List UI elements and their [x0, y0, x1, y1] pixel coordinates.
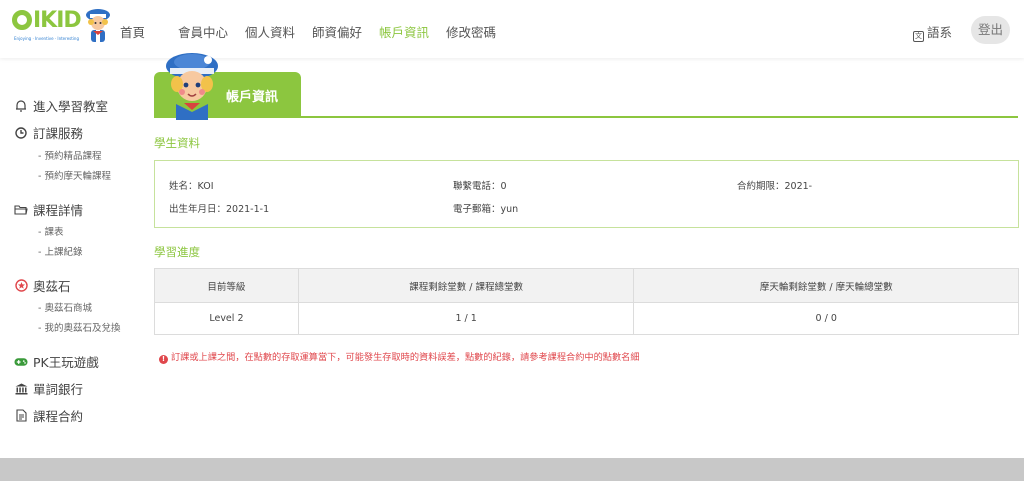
column-header-level: 目前等級: [154, 268, 299, 303]
sidebar-item-label: 課程合約: [33, 409, 84, 424]
student-name: 姓名：KOI: [169, 181, 214, 192]
student-info-heading: 學生資料: [154, 136, 200, 150]
cell-ferris-sessions: 0 / 0: [633, 302, 1019, 335]
progress-table: 目前等級 課程剩餘堂數 / 課程總堂數 摩天輪剩餘堂數 / 摩天輪總堂數 Lev…: [154, 268, 1019, 335]
student-phone: 聯繫電話：0: [453, 181, 507, 192]
bank-icon: [14, 382, 28, 396]
sidebar-item-label: PK王玩遊戲: [33, 355, 99, 370]
sidebar-item-label: 單詞銀行: [33, 382, 84, 397]
sidebar-item-word-bank[interactable]: 單詞銀行: [14, 379, 83, 398]
document-icon: [14, 409, 28, 423]
sidebar-item-classroom[interactable]: 進入學習教室: [14, 96, 108, 115]
learning-progress-heading: 學習進度: [154, 245, 200, 259]
contract-period: 合約期限：2021-: [737, 181, 813, 192]
sidebar-item-label: 奧茲石: [33, 279, 71, 294]
logo-wordmark: IKID: [12, 8, 82, 33]
table-header-row: 目前等級 課程剩餘堂數 / 課程總堂數 摩天輪剩餘堂數 / 摩天輪總堂數: [154, 268, 1019, 303]
sidebar-item-label: 訂課服務: [33, 126, 84, 141]
student-email: 電子郵箱：yun: [453, 204, 519, 215]
table-row: Level 2 1 / 1 0 / 0: [154, 302, 1019, 335]
gem-icon: [14, 279, 28, 293]
sidebar-item-label: 課程詳情: [33, 203, 84, 218]
top-header: IKID Enjoying · Inventive · Interesting …: [0, 0, 1024, 58]
student-birthday: 出生年月日：2021-1-1: [169, 204, 270, 215]
warning-notice: ! 訂課或上課之間，在點數的存取運算當下，可能發生存取時的資料誤差，點數的紀錄，請…: [159, 349, 640, 364]
page-title: 帳戶資訊: [226, 90, 279, 105]
logo-tagline: Enjoying · Inventive · Interesting: [14, 36, 79, 41]
title-divider: [154, 116, 1018, 118]
sidebar-subitem-oz-store[interactable]: - 奧茲石商城: [38, 300, 92, 314]
cell-level: Level 2: [154, 302, 299, 335]
gamepad-icon: [14, 355, 28, 369]
sidebar-subitem-ferris-course[interactable]: - 預約摩天輪課程: [38, 168, 111, 182]
sidebar-subitem-schedule[interactable]: - 課表: [38, 224, 63, 238]
nav-change-password[interactable]: 修改密碼: [446, 22, 496, 41]
nav-member-center[interactable]: 會員中心: [178, 22, 228, 41]
nav-account-info[interactable]: 帳戶資訊: [379, 22, 429, 41]
sidebar-item-pk-game[interactable]: PK王玩遊戲: [14, 352, 99, 371]
language-label: 語系: [927, 25, 953, 40]
oikid-logo[interactable]: IKID Enjoying · Inventive · Interesting: [12, 6, 82, 46]
column-header-course-sessions: 課程剩餘堂數 / 課程總堂數: [297, 268, 635, 303]
sidebar-item-label: 進入學習教室: [33, 99, 109, 114]
nav-teacher-preference[interactable]: 師資偏好: [312, 22, 362, 41]
nav-home[interactable]: 首頁: [120, 22, 145, 41]
sidebar-item-course-details[interactable]: 課程詳情: [14, 200, 83, 219]
sidebar-subitem-premium-course[interactable]: - 預約精品課程: [38, 148, 101, 162]
student-info-box: [154, 160, 1019, 228]
bell-icon: [14, 99, 28, 113]
sidebar-subitem-my-oz-stones[interactable]: - 我的奧茲石及兌換: [38, 320, 120, 334]
translate-icon: 文: [913, 31, 924, 42]
sidebar-subitem-class-records[interactable]: - 上課紀錄: [38, 244, 82, 258]
folder-icon: [14, 203, 28, 217]
nav-personal-info[interactable]: 個人資料: [245, 22, 295, 41]
logout-button[interactable]: 登出: [971, 16, 1010, 44]
column-header-ferris-sessions: 摩天輪剩餘堂數 / 摩天輪總堂數: [633, 268, 1019, 303]
mascot-icon: [86, 9, 110, 42]
exclamation-icon: !: [159, 355, 168, 364]
mascot-icon: [166, 53, 218, 120]
sidebar-item-oz-stone[interactable]: 奧茲石: [14, 276, 71, 295]
footer-bar: [0, 458, 1024, 481]
cell-course-sessions: 1 / 1: [297, 302, 635, 335]
clock-icon: [14, 126, 28, 140]
sidebar-item-booking[interactable]: 訂課服務: [14, 123, 83, 142]
warning-text: 訂課或上課之間，在點數的存取運算當下，可能發生存取時的資料誤差，點數的紀錄，請參…: [171, 352, 640, 363]
sidebar-item-course-contract[interactable]: 課程合約: [14, 406, 83, 425]
language-selector[interactable]: 文語系: [913, 22, 952, 42]
